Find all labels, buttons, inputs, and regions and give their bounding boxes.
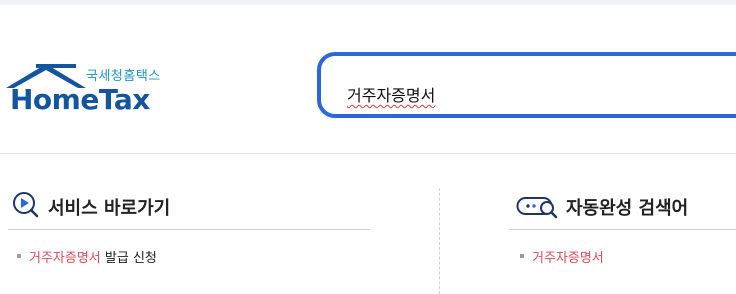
shortcut-item-highlight: 거주자증명서 [29, 251, 101, 266]
logo-korean-name: 국세청홈택스 [86, 69, 161, 84]
service-shortcuts-title: 서비스 바로가기 [48, 198, 171, 219]
search-box[interactable]: 거주자증명서 [317, 52, 736, 118]
list-bullet [520, 254, 524, 258]
column-divider [439, 188, 440, 294]
shortcut-item[interactable]: 거주자증명서 발급 신청 [29, 247, 157, 266]
play-search-icon [13, 192, 39, 218]
shortcut-item-rest: 발급 신청 [100, 251, 157, 266]
autocomplete-item-highlight: 거주자증명서 [532, 251, 604, 266]
autocomplete-title: 자동완성 검색어 [566, 198, 689, 219]
search-input[interactable]: 거주자증명서 [347, 82, 435, 106]
list-bullet [17, 254, 21, 258]
hometax-logo[interactable]: 국세청홈택스 HomeTax [6, 62, 168, 116]
autocomplete-item[interactable]: 거주자증명서 [532, 247, 604, 266]
chat-search-icon [516, 197, 558, 219]
header-divider [0, 153, 736, 154]
autocomplete-underline [509, 229, 736, 230]
shortcuts-underline [8, 229, 370, 230]
logo-english-name: HomeTax [10, 83, 150, 116]
top-bar [0, 0, 736, 5]
